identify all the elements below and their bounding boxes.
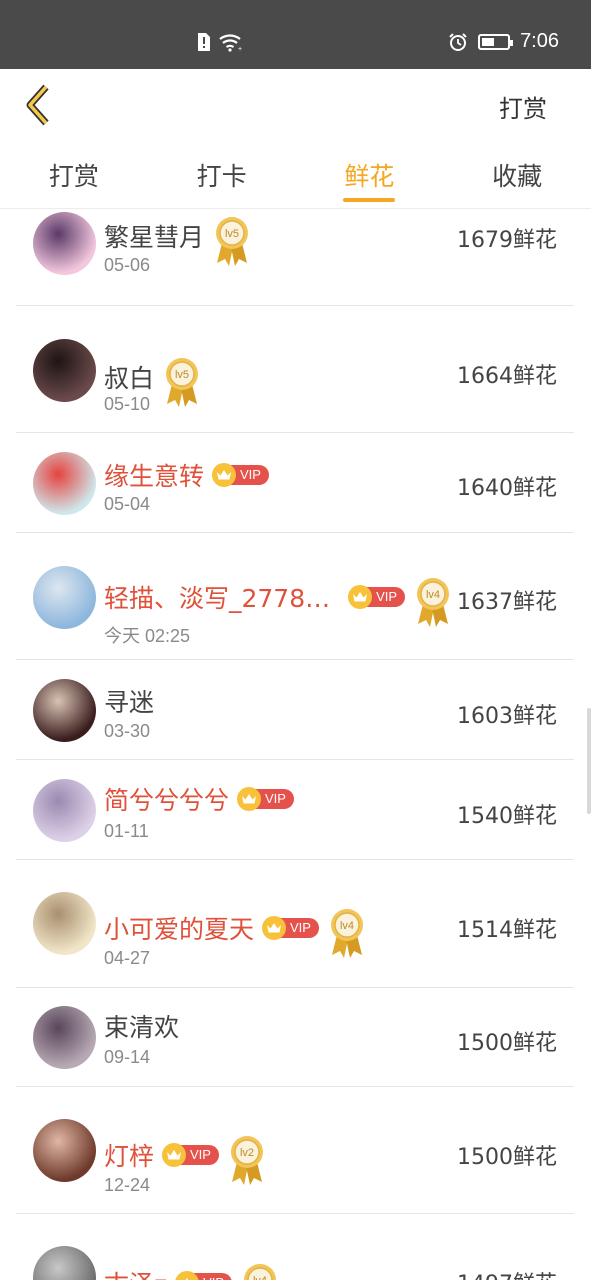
svg-text:lv5: lv5 <box>175 369 189 381</box>
date-text: 01-11 <box>104 821 149 841</box>
avatar[interactable] <box>33 1246 96 1280</box>
svg-text:+: + <box>238 46 242 52</box>
vip-badge: VIP <box>175 1271 233 1280</box>
flower-count: 1640鲜花 <box>457 476 557 501</box>
user-name[interactable]: 小可爱的夏天 <box>104 910 254 946</box>
back-arrow-icon[interactable] <box>22 83 58 127</box>
user-name[interactable]: 轻描、淡写_2778… <box>104 579 330 615</box>
date-text: 05-04 <box>104 494 151 514</box>
date-text: 12-24 <box>104 1175 151 1195</box>
sim-alert-icon <box>198 33 210 51</box>
user-name[interactable]: 古泽z <box>104 1265 167 1280</box>
list-item[interactable]: 繁星彗月 lv5 05-06 1679鲜花 <box>16 209 574 306</box>
list-item[interactable]: 叔白 lv5 05-10 1664鲜花 <box>16 306 574 433</box>
date-text: 04-27 <box>104 948 151 968</box>
list-item[interactable]: 灯梓 VIP lv2 12-24 1500鲜花 <box>16 1087 574 1214</box>
battery-icon <box>478 33 514 50</box>
level-medal-icon: lv4 <box>417 578 450 627</box>
status-time: 7:06 <box>520 30 559 52</box>
list-item[interactable]: 束清欢 09-14 1500鲜花 <box>16 988 574 1087</box>
tab-bar: 打赏 打卡 鲜花 收藏 <box>0 139 591 209</box>
crown-icon <box>217 470 232 480</box>
svg-text:lv4: lv4 <box>253 1275 267 1280</box>
avatar[interactable] <box>33 452 96 515</box>
list-item[interactable]: 古泽z VIP lv4 1497鲜花 <box>16 1214 574 1280</box>
date-text: 今天 02:25 <box>104 626 191 646</box>
svg-text:lv4: lv4 <box>340 920 354 932</box>
list-item[interactable]: 缘生意转 VIP 05-04 1640鲜花 <box>16 433 574 533</box>
list-item[interactable]: 小可爱的夏天 VIP lv4 04-27 1514鲜花 <box>16 860 574 988</box>
svg-text:lv4: lv4 <box>426 589 440 601</box>
level-medal-icon: lv5 <box>216 217 249 266</box>
vip-badge: VIP <box>162 1143 219 1167</box>
crown-icon <box>353 592 368 602</box>
avatar[interactable] <box>33 339 96 402</box>
flower-count: 1500鲜花 <box>457 1145 557 1170</box>
crown-icon <box>167 1150 182 1160</box>
flower-count: 1637鲜花 <box>457 590 557 615</box>
avatar[interactable] <box>33 212 96 275</box>
reward-button[interactable]: 打赏 <box>499 89 547 124</box>
tab-flowers[interactable]: 鲜花 <box>296 139 444 208</box>
date-text: 09-14 <box>104 1047 151 1067</box>
flower-count: 1500鲜花 <box>457 1031 557 1056</box>
tab-checkin[interactable]: 打卡 <box>148 139 296 208</box>
top-bar: 打赏 <box>0 69 591 139</box>
alarm-icon <box>449 32 467 51</box>
avatar[interactable] <box>33 566 96 629</box>
flower-count: 1679鲜花 <box>457 228 557 253</box>
user-name[interactable]: 叔白 <box>104 359 154 395</box>
svg-text:lv5: lv5 <box>225 228 239 240</box>
flower-count: 1540鲜花 <box>457 804 557 829</box>
vip-badge: VIP <box>262 916 319 940</box>
status-icons: + <box>196 32 244 52</box>
date-text: 03-30 <box>104 721 151 741</box>
wifi-icon: + <box>219 34 242 52</box>
tab-favorites[interactable]: 收藏 <box>443 139 591 208</box>
status-bar: + 7:06 <box>0 0 591 69</box>
list-item[interactable]: 寻迷 03-30 1603鲜花 <box>16 660 574 760</box>
avatar[interactable] <box>33 1119 96 1182</box>
flower-count: 1603鲜花 <box>457 704 557 729</box>
user-name[interactable]: 简兮兮兮兮 <box>104 781 229 817</box>
level-medal-icon: lv5 <box>166 358 199 407</box>
user-name[interactable]: 束清欢 <box>104 1008 179 1044</box>
list-item[interactable]: 轻描、淡写_2778… VIP lv4 今天 02:25 1637鲜花 <box>16 533 574 660</box>
vip-badge: VIP <box>348 585 406 609</box>
vip-badge: VIP <box>237 787 294 811</box>
svg-text:lv2: lv2 <box>240 1147 254 1159</box>
avatar[interactable] <box>33 1006 96 1069</box>
date-text: 05-06 <box>104 255 151 275</box>
crown-icon <box>242 794 257 804</box>
user-name[interactable]: 灯梓 <box>104 1137 154 1173</box>
vip-badge: VIP <box>212 463 269 487</box>
user-name[interactable]: 繁星彗月 <box>104 218 204 254</box>
list-item[interactable]: 简兮兮兮兮 VIP 01-11 1540鲜花 <box>16 760 574 860</box>
user-name[interactable]: 缘生意转 <box>104 457 204 493</box>
flower-count: 1514鲜花 <box>457 918 557 943</box>
scrollbar[interactable] <box>587 708 591 814</box>
date-text: 05-10 <box>104 394 151 414</box>
level-medal-icon: lv2 <box>230 1136 263 1185</box>
avatar[interactable] <box>33 892 96 955</box>
level-medal-icon: lv4 <box>244 1264 277 1280</box>
tab-reward[interactable]: 打赏 <box>0 139 148 208</box>
flower-count: 1497鲜花 <box>457 1266 557 1280</box>
user-name[interactable]: 寻迷 <box>104 683 154 719</box>
avatar[interactable] <box>33 779 96 842</box>
level-medal-icon: lv4 <box>330 909 363 958</box>
avatar[interactable] <box>33 679 96 742</box>
flower-ranking-list: 繁星彗月 lv5 05-06 1679鲜花叔白 lv5 05-10 1664鲜花缘生意转 VI… <box>0 209 591 1280</box>
flower-count: 1664鲜花 <box>457 364 557 389</box>
crown-icon <box>267 923 282 933</box>
